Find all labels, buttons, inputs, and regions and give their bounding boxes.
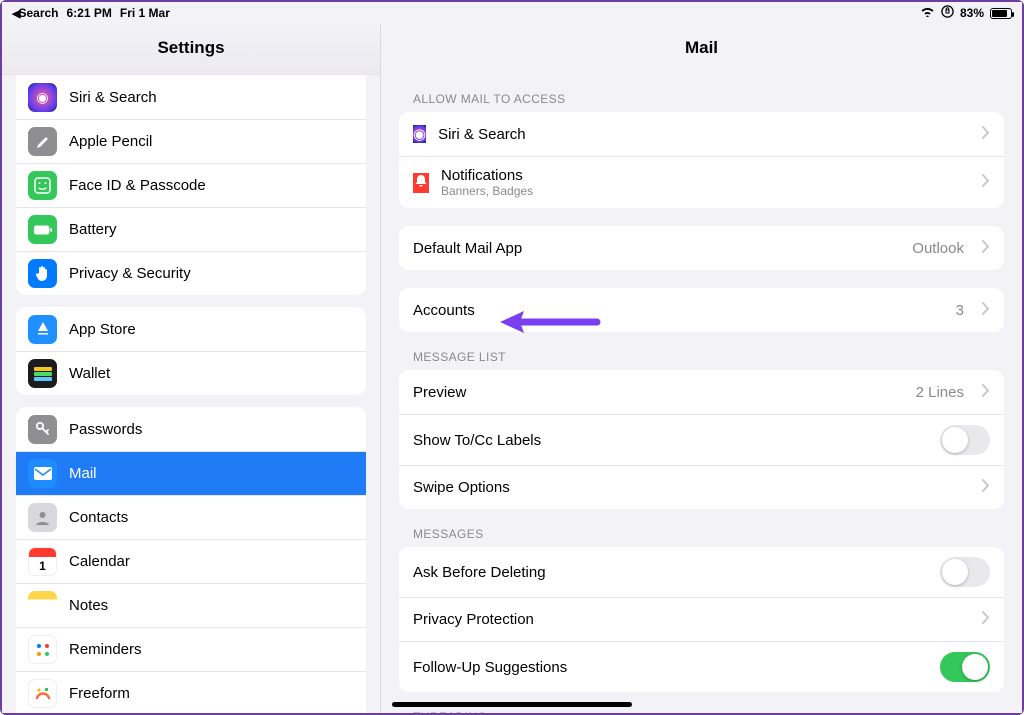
row-label: Default Mail App [413,240,522,257]
row-show-tocc[interactable]: Show To/Cc Labels [399,414,1004,465]
sidebar-scroll[interactable]: ◉ Siri & Search Apple Pencil Face ID & Pass… [2,75,380,713]
notes-icon [28,591,57,620]
section-messages: Messages [399,509,1004,547]
sidebar-item-contacts[interactable]: Contacts [16,495,366,539]
sidebar-item-wallet[interactable]: Wallet [16,351,366,395]
sidebar-item-label: Privacy & Security [69,265,354,282]
sidebar-item-app-store[interactable]: App Store [16,307,366,351]
chevron-right-icon [982,302,990,319]
row-label: Privacy Protection [413,611,534,628]
battery-icon [990,8,1012,19]
row-label: Siri & Search [438,126,698,143]
row-privacy-protection[interactable]: Privacy Protection [399,597,1004,641]
hand-icon [28,259,57,288]
home-indicator[interactable] [392,702,632,707]
wifi-icon [920,6,935,20]
row-label: Accounts [413,302,475,319]
row-follow-up[interactable]: Follow-Up Suggestions [399,641,1004,692]
sidebar-item-privacy-security[interactable]: Privacy & Security [16,251,366,295]
appstore-icon [28,315,57,344]
section-allow-access: Allow Mail to Access [399,74,1004,112]
reminders-icon [28,635,57,664]
sidebar-item-passwords[interactable]: Passwords [16,407,366,451]
toggle-show-tocc[interactable] [940,425,990,455]
sidebar-item-label: Face ID & Passcode [69,177,354,194]
sidebar-item-label: Battery [69,221,354,238]
sidebar-item-notes[interactable]: Notes [16,583,366,627]
status-time: 6:21 PM [67,6,112,20]
sidebar-item-apple-pencil[interactable]: Apple Pencil [16,119,366,163]
row-preview[interactable]: Preview 2 Lines [399,370,1004,414]
chevron-right-icon [982,174,990,191]
sidebar-item-reminders[interactable]: Reminders [16,627,366,671]
pencil-icon [28,127,57,156]
section-message-list: Message List [399,332,1004,370]
chevron-right-icon [982,126,990,143]
sidebar-item-freeform[interactable]: Freeform [16,671,366,713]
freeform-icon [28,679,57,708]
siri-icon: ◉ [413,125,426,143]
faceid-icon [28,171,57,200]
key-icon [28,415,57,444]
toggle-ask-before-deleting[interactable] [940,557,990,587]
orientation-lock-icon [941,5,954,21]
row-label: Swipe Options [413,479,510,496]
battery-percent: 83% [960,6,984,20]
sidebar-item-label: Notes [69,597,354,614]
row-swipe-options[interactable]: Swipe Options [399,465,1004,509]
row-label: Follow-Up Suggestions [413,659,567,676]
row-notifications[interactable]: Notifications Banners, Badges [399,156,1004,208]
sidebar-item-label: Mail [69,465,354,482]
row-siri-search[interactable]: ◉ Siri & Search [399,112,1004,156]
sidebar-item-calendar[interactable]: 1 Calendar [16,539,366,583]
wallet-icon [28,359,57,388]
sidebar-item-label: App Store [69,321,354,338]
row-label: Notifications [441,167,533,184]
row-value: 3 [956,302,964,319]
sidebar-item-label: Wallet [69,365,354,382]
sidebar-title: Settings [2,24,380,75]
row-sublabel: Banners, Badges [441,184,533,198]
contacts-icon [28,503,57,532]
detail-scroll[interactable]: Allow Mail to Access ◉ Siri & Search Not [381,74,1022,713]
back-to-app[interactable]: ◀ Search [12,6,59,20]
row-label: Ask Before Deleting [413,564,546,581]
sidebar-item-label: Apple Pencil [69,133,354,150]
row-value: 2 Lines [916,384,964,401]
row-label: Preview [413,384,466,401]
calendar-icon: 1 [28,547,57,576]
chevron-right-icon [982,479,990,496]
sidebar-item-mail[interactable]: Mail [16,451,366,495]
row-default-mail-app[interactable]: Default Mail App Outlook [399,226,1004,270]
status-date: Fri 1 Mar [120,6,170,20]
mail-detail-pane: Mail Allow Mail to Access ◉ Siri & Searc… [381,24,1022,713]
sidebar-item-battery[interactable]: Battery [16,207,366,251]
sidebar-item-face-id-passcode[interactable]: Face ID & Passcode [16,163,366,207]
row-label: Show To/Cc Labels [413,432,541,449]
sidebar-item-label: Siri & Search [69,89,354,106]
sidebar-item-label: Passwords [69,421,354,438]
sidebar-item-label: Contacts [69,509,354,526]
detail-title: Mail [381,24,1022,74]
row-ask-before-deleting[interactable]: Ask Before Deleting [399,547,1004,597]
mail-icon [28,459,57,488]
bell-icon [413,173,429,193]
chevron-right-icon [982,611,990,628]
row-accounts[interactable]: Accounts 3 [399,288,1004,332]
status-bar: ◀ Search 6:21 PM Fri 1 Mar 83% [2,2,1022,24]
sidebar-item-siri-search[interactable]: ◉ Siri & Search [16,75,366,119]
siri-icon: ◉ [28,83,57,112]
toggle-follow-up[interactable] [940,652,990,682]
chevron-right-icon [982,240,990,257]
back-app-label: Search [18,6,58,20]
chevron-right-icon [982,384,990,401]
settings-sidebar: Settings ◉ Siri & Search Apple Pencil Face … [2,24,381,713]
sidebar-item-label: Calendar [69,553,354,570]
row-value: Outlook [912,240,964,257]
sidebar-item-label: Reminders [69,641,354,658]
sidebar-item-label: Freeform [69,685,354,702]
battery-icon [28,215,57,244]
